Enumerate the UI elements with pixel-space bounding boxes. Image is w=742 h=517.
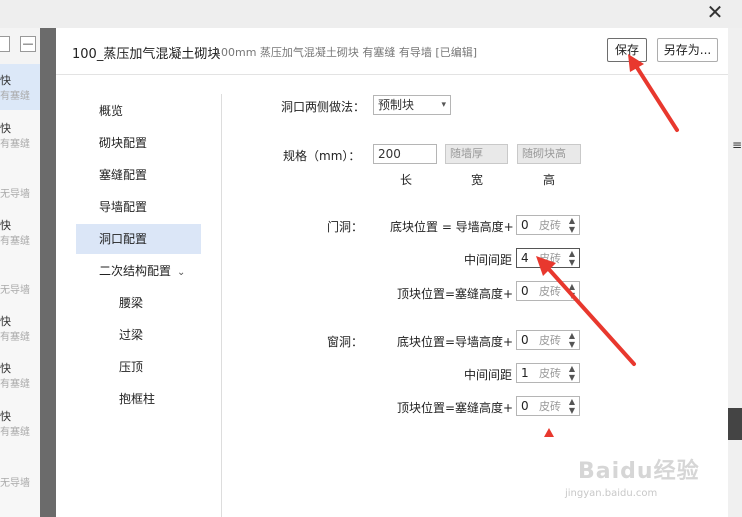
background-list-item[interactable]: 无导墙 (0, 187, 40, 203)
nav-item-coping[interactable]: 压顶 (76, 352, 201, 382)
background-list-item-title: 快 (0, 410, 11, 423)
length-caption: 长 (400, 173, 413, 187)
nav-item-block-config[interactable]: 砌块配置 (76, 128, 201, 158)
background-list-item-desc: 有塞缝 (0, 236, 30, 247)
dialog-title: 100_蒸压加气混凝土砌块 (72, 47, 221, 62)
background-list-item-title: 快 (0, 122, 11, 135)
nav-item-secondary-structure[interactable]: 二次结构配置 ⌄ (76, 256, 201, 286)
background-list-item[interactable]: 无导墙 (0, 283, 40, 299)
door-middle-stepper[interactable]: 4 皮砖 ▲ ▼ (516, 248, 580, 268)
window-bottom-label: 底块位置=导墙高度+ (397, 335, 514, 349)
nav-item-lintel[interactable]: 过梁 (76, 320, 201, 350)
nav-item-opening-config[interactable]: 洞口配置 (76, 224, 201, 254)
stepper-unit: 皮砖 (539, 334, 561, 347)
background-collapse-button[interactable]: — (20, 36, 36, 52)
height-caption: 高 (543, 173, 556, 187)
stepper-arrows-icon[interactable]: ▲ ▼ (567, 364, 577, 382)
stepper-unit: 皮砖 (539, 400, 561, 413)
chevron-down-icon: ⌄ (177, 267, 186, 278)
background-list-item[interactable]: 快有塞缝 (0, 218, 40, 250)
background-list-item-title: 快 (0, 362, 11, 375)
background-list-item-title: 快 (0, 315, 11, 328)
chevron-down-icon: ▾ (441, 100, 446, 110)
background-list-item-title: 快 (0, 219, 11, 232)
stepper-arrows-icon[interactable]: ▲ ▼ (567, 397, 577, 415)
opening-method-value: 预制块 (378, 98, 415, 112)
stepper-arrows-icon[interactable]: ▲ ▼ (567, 249, 577, 267)
nav-item-overview[interactable]: 概览 (76, 96, 201, 126)
background-expand-button[interactable] (0, 36, 10, 52)
save-button[interactable]: 保存 (607, 38, 647, 62)
stepper-unit: 皮砖 (539, 252, 561, 265)
triangle-marker-icon (544, 428, 554, 437)
door-middle-label: 中间间距 (464, 253, 513, 267)
stepper-value: 0 (521, 333, 529, 347)
window-title-bar (0, 0, 742, 28)
background-list-item-desc: 有塞缝 (0, 379, 30, 390)
background-list-item-desc: 无导墙 (0, 285, 30, 296)
opening-method-label: 洞口两侧做法： (281, 100, 366, 114)
dialog-header: 100_蒸压加气混凝土砌块 100mm 蒸压加气混凝土砌块 有塞缝 有导墙 [已… (56, 28, 728, 75)
opening-method-select[interactable]: 预制块 ▾ (373, 95, 451, 115)
stepper-arrows-icon[interactable]: ▲ ▼ (567, 331, 577, 349)
background-dark-block (728, 408, 742, 440)
nav-item-label: 二次结构配置 (99, 264, 172, 278)
menu-icon[interactable]: ≡ (732, 138, 742, 152)
window-top-stepper[interactable]: 0 皮砖 ▲ ▼ (516, 396, 580, 416)
nav-item-joint-config[interactable]: 塞缝配置 (76, 160, 201, 190)
background-list-item-desc: 无导墙 (0, 478, 30, 489)
background-right-panel: ≡ (728, 28, 742, 517)
watermark-url: jingyan.baidu.com (565, 488, 658, 499)
background-list-item-desc: 有塞缝 (0, 91, 30, 102)
spec-label: 规格（mm）： (283, 149, 361, 163)
background-list-item[interactable]: 快有塞缝 (0, 314, 40, 346)
nav-divider (221, 94, 222, 517)
dialog-subtitle: 100mm 蒸压加气混凝土砌块 有塞缝 有导墙 [已编辑] (214, 46, 477, 59)
save-as-button[interactable]: 另存为... (657, 38, 718, 62)
stepper-value: 0 (521, 284, 529, 298)
height-input: 随砌块高 (517, 144, 581, 164)
background-list-item-title: 快 (0, 74, 11, 87)
door-opening-label: 门洞： (327, 220, 364, 234)
config-dialog: 100_蒸压加气混凝土砌块 100mm 蒸压加气混凝土砌块 有塞缝 有导墙 [已… (56, 28, 728, 517)
stepper-unit: 皮砖 (539, 367, 561, 380)
door-top-label: 顶块位置=塞缝高度+ (397, 287, 514, 301)
window-opening-label: 窗洞： (327, 335, 364, 349)
background-list-item[interactable]: 无导墙 (0, 476, 40, 492)
stepper-value: 0 (521, 399, 529, 413)
background-list-item[interactable]: 快有塞缝 (0, 121, 40, 153)
background-list-item[interactable]: 快有塞缝 (0, 409, 40, 441)
door-top-stepper[interactable]: 0 皮砖 ▲ ▼ (516, 281, 580, 301)
background-list-item[interactable]: 快有塞缝 (0, 361, 40, 393)
length-input[interactable]: 200 (373, 144, 437, 164)
background-list-item-desc: 有塞缝 (0, 427, 30, 438)
background-list-item-desc: 有塞缝 (0, 332, 30, 343)
stepper-value: 4 (521, 251, 529, 265)
stepper-arrows-icon[interactable]: ▲ ▼ (567, 216, 577, 234)
stepper-unit: 皮砖 (539, 219, 561, 232)
close-icon[interactable]: ✕ (704, 2, 726, 24)
window-bottom-stepper[interactable]: 0 皮砖 ▲ ▼ (516, 330, 580, 350)
width-caption: 宽 (471, 173, 484, 187)
window-middle-label: 中间间距 (464, 368, 513, 382)
background-list-item-desc: 无导墙 (0, 189, 30, 200)
window-top-label: 顶块位置=塞缝高度+ (397, 401, 514, 415)
door-bottom-label: 底块位置 = 导墙高度+ (390, 220, 514, 234)
window-middle-stepper[interactable]: 1 皮砖 ▲ ▼ (516, 363, 580, 383)
background-list-item-desc: 有塞缝 (0, 139, 30, 150)
nav-item-waist-beam[interactable]: 腰梁 (76, 288, 201, 318)
stepper-arrows-icon[interactable]: ▲ ▼ (567, 282, 577, 300)
nav-item-frame-column[interactable]: 抱框柱 (76, 384, 201, 414)
background-list-item[interactable]: 快有塞缝 (0, 73, 40, 105)
width-input: 随墙厚 (445, 144, 508, 164)
nav-item-guide-wall-config[interactable]: 导墙配置 (76, 192, 201, 222)
stepper-value: 0 (521, 218, 529, 232)
stepper-value: 1 (521, 366, 529, 380)
watermark-logo: Baidu经验 (578, 459, 700, 484)
door-bottom-stepper[interactable]: 0 皮砖 ▲ ▼ (516, 215, 580, 235)
stepper-unit: 皮砖 (539, 285, 561, 298)
